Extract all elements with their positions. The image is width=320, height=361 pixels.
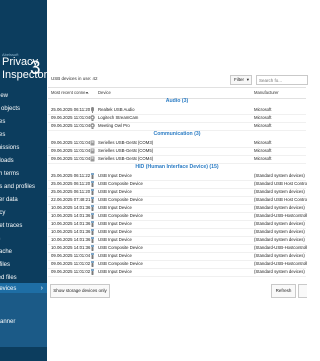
row-manufacturer: (Standard system devices) bbox=[254, 253, 305, 258]
row-date: 10.06.2025 14:01:36 bbox=[51, 245, 91, 250]
row-manufacturer: Microsoft bbox=[254, 123, 272, 128]
search-input[interactable] bbox=[258, 76, 303, 84]
row-date: 10.06.2025 14:01:36 bbox=[51, 221, 91, 226]
row-date: 09.06.2025 11:01:04 bbox=[51, 148, 91, 153]
show-storage-devices-button[interactable]: Show storage devices only bbox=[50, 284, 110, 298]
row-date: 09.06.2025 11:01:04 bbox=[51, 253, 91, 258]
row-device: Realtek USB Audio bbox=[98, 107, 135, 112]
row-date: 10.06.2025 14:01:36 bbox=[51, 213, 91, 218]
row-manufacturer: (Standard system devices) bbox=[254, 173, 305, 178]
row-manufacturer: Microsoft bbox=[254, 140, 272, 145]
refresh-button[interactable]: Refresh bbox=[271, 284, 296, 298]
row-date: 09.06.2025 11:01:02 bbox=[51, 261, 91, 266]
row-manufacturer: Microsoft bbox=[254, 148, 272, 153]
row-manufacturer: (Standard system devices) bbox=[254, 189, 305, 194]
extra-action-button[interactable] bbox=[298, 284, 307, 298]
filter-button[interactable]: Filter ▾ bbox=[230, 75, 252, 85]
device-table-body: Audio (3) 25.06.2025 06:11:20 Realtek USB … bbox=[48, 97, 307, 279]
row-date: 10.06.2025 14:01:36 bbox=[51, 205, 91, 210]
device-count-label: USB devices in use: 42 bbox=[51, 76, 98, 81]
row-manufacturer: (Standard system devices) bbox=[254, 229, 305, 234]
usb-icon bbox=[90, 269, 95, 278]
row-device: USB Input Device bbox=[98, 221, 132, 226]
row-manufacturer: (Standard system devices) bbox=[254, 237, 305, 242]
row-device: USB Input Device bbox=[98, 237, 132, 242]
row-date: 09.06.2025 11:01:04 bbox=[51, 140, 91, 145]
row-manufacturer: (Standard USB Host Controller) bbox=[254, 181, 307, 186]
row-device: USB Composite Device bbox=[98, 213, 143, 218]
row-date: 10.06.2025 14:01:36 bbox=[51, 229, 91, 234]
sidebar-item-scanner[interactable]: canner bbox=[0, 293, 47, 347]
sidebar-item-label: canner bbox=[0, 319, 16, 325]
row-device: Logitech StreamCam bbox=[98, 115, 139, 120]
row-manufacturer: (Standard system devices) bbox=[254, 221, 305, 226]
toolbar: USB devices in use: 42 Filter ▾ bbox=[47, 74, 308, 88]
table-row[interactable]: 09.06.2025 11:01:02 USB Input Device (Stan… bbox=[48, 268, 306, 277]
row-device: Meeting Owl Pro bbox=[98, 123, 130, 128]
row-device: Serielles USB-Gerät (COM4) bbox=[98, 156, 154, 161]
row-device: USB Input Device bbox=[98, 269, 132, 274]
row-device: USB Composite Device bbox=[98, 245, 143, 250]
row-manufacturer: (Standard USB Host Controller) bbox=[254, 197, 307, 202]
row-date: 25.06.2025 06:11:22 bbox=[51, 173, 91, 178]
row-date: 25.06.2025 06:11:20 bbox=[51, 107, 91, 112]
row-date: 25.06.2025 06:11:20 bbox=[51, 189, 91, 194]
row-device: USB Composite Device bbox=[98, 181, 143, 186]
footer: Show storage devices only Refresh bbox=[47, 278, 307, 300]
row-device: USB Input Device bbox=[98, 229, 132, 234]
group-header[interactable]: HID (Human Interface Device) (15) bbox=[48, 163, 306, 172]
row-manufacturer: Microsoft bbox=[254, 107, 272, 112]
row-device: USB Input Device bbox=[98, 173, 132, 178]
row-date: 22.06.2025 07:48:21 bbox=[51, 197, 91, 202]
row-device: USB Input Device bbox=[98, 205, 132, 210]
brand-version: 3 bbox=[30, 58, 41, 79]
row-device: USB Composite Device bbox=[98, 197, 143, 202]
row-date: 09.06.2025 11:01:02 bbox=[51, 269, 91, 274]
row-manufacturer: Microsoft bbox=[254, 156, 272, 161]
row-device: USB Composite Device bbox=[98, 261, 143, 266]
row-date: 10.06.2025 14:01:36 bbox=[51, 237, 91, 242]
row-manufacturer: (Standard system devices) bbox=[254, 205, 305, 210]
app-logo: Abelssoft Privacy Inspector 3 bbox=[0, 52, 47, 90]
row-manufacturer: (Standard-USB-Hostcontroller) bbox=[254, 261, 307, 266]
row-manufacturer: (Standard-USB-Hostcontroller) bbox=[254, 213, 307, 218]
row-manufacturer: (Standard system devices) bbox=[254, 269, 305, 274]
row-date: 09.06.2025 11:01:04 bbox=[51, 115, 91, 120]
search-box[interactable] bbox=[256, 75, 308, 85]
chevron-down-icon: ▾ bbox=[246, 77, 249, 82]
row-device: Serielles USB-Gerät (COM5) bbox=[98, 148, 154, 153]
row-device: Serielles USB-Gerät (COM3) bbox=[98, 140, 154, 145]
row-device: USB Input Device bbox=[98, 253, 132, 258]
row-date: 25.06.2025 06:11:20 bbox=[51, 181, 91, 186]
row-date: 09.06.2025 11:01:04 bbox=[51, 156, 91, 161]
filter-label: Filter bbox=[234, 77, 244, 82]
group-header[interactable]: Audio (3) bbox=[48, 97, 306, 106]
main-panel: USB devices in use: 42 Filter ▾ Most rec… bbox=[47, 0, 308, 361]
sidebar: Abelssoft Privacy Inspector 3 view n obj… bbox=[0, 0, 47, 361]
row-device: USB Input Device bbox=[98, 189, 132, 194]
row-manufacturer: Microsoft bbox=[254, 115, 272, 120]
row-manufacturer: (Standard-USB-Hostcontroller) bbox=[254, 245, 307, 250]
row-date: 09.06.2025 11:01:04 bbox=[51, 123, 91, 128]
group-header[interactable]: Communication (3) bbox=[48, 130, 306, 139]
